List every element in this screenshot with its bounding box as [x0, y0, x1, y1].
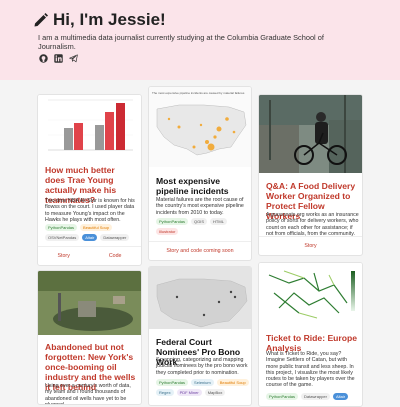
card-tags: PythonPandas Selenium Beautiful Soup Reg…	[156, 379, 250, 396]
card-links: Story and code coming soon	[149, 241, 251, 260]
photo-oil-well	[38, 271, 141, 335]
tag: Beautiful Soup	[80, 224, 113, 231]
card-thumbnail-photo	[38, 271, 141, 335]
project-card-court-nominees[interactable]: Federal Court Nominees' Pro Bono Work Sc…	[148, 266, 252, 406]
tag: Altair	[332, 393, 349, 400]
telegram-icon[interactable]	[69, 54, 78, 63]
tag: QGIS	[191, 218, 208, 225]
tag: Illustrator	[156, 228, 179, 235]
card-links: Story	[259, 236, 362, 255]
bar	[95, 125, 104, 150]
card-thumbnail-photo	[259, 95, 362, 173]
card-tags: PythonPandas QGIS HTML Illustrator	[156, 218, 248, 235]
tag: OSVNetPandas	[45, 234, 80, 241]
card-links: Story Code	[38, 246, 141, 265]
tag: PythonPandas	[156, 379, 189, 386]
page-header: Hi, I'm Jessie! I am a multimedia data j…	[0, 0, 400, 80]
tag: Selenium	[191, 379, 214, 386]
card-description: Using over a century's worth of data, my…	[45, 383, 131, 405]
bio-text: I am a multimedia data journalist curren…	[38, 33, 324, 51]
code-link[interactable]: Code	[109, 253, 122, 259]
route-map-thumbnail	[259, 263, 362, 325]
tag: Datawrapper	[100, 234, 130, 241]
story-link[interactable]: Story	[57, 253, 69, 259]
story-link[interactable]: Story	[304, 243, 316, 249]
card-title[interactable]: Most expensive pipeline incidents	[156, 176, 248, 196]
card-thumbnail-map	[259, 263, 362, 325]
page-title: Hi, I'm Jessie!	[53, 10, 166, 29]
tag: Beautiful Soup	[216, 379, 249, 386]
card-description: Material failures are the root cause of …	[156, 197, 244, 216]
bar	[116, 103, 125, 150]
card-description: Two-time NBA All Star is known for his f…	[45, 198, 135, 223]
bar	[105, 112, 114, 150]
coming-soon-link[interactable]: Story and code coming soon	[166, 248, 233, 254]
map-title: The most expensive pipeline incidents ar…	[152, 91, 245, 95]
tag: PDF Miner	[176, 389, 202, 396]
social-links	[39, 54, 78, 63]
us-map-thumbnail: The most expensive pipeline incidents ar…	[152, 91, 247, 156]
card-description: A grassroots org works as an insurance p…	[266, 212, 359, 237]
card-thumbnail-bar-chart	[38, 95, 141, 155]
card-tags: PythonPandas Datawrapper Altair	[266, 393, 360, 400]
tag: PythonPandas	[266, 393, 299, 400]
github-icon[interactable]	[39, 54, 48, 63]
bar	[64, 128, 73, 150]
title-row: Hi, I'm Jessie!	[33, 10, 166, 30]
card-title[interactable]: Ticket to Ride: Europe Analysis	[266, 333, 360, 353]
map-thumbnail	[149, 267, 251, 329]
card-thumbnail-map: The most expensive pipeline incidents ar…	[149, 87, 251, 167]
tag: Datawrapper	[301, 393, 330, 400]
tag: PythonPandas	[45, 224, 78, 231]
bar	[74, 123, 83, 150]
bar-chart-thumbnail	[48, 99, 133, 151]
card-thumbnail-map	[149, 267, 251, 329]
project-card-pipeline[interactable]: The most expensive pipeline incidents ar…	[148, 86, 252, 261]
project-card-ticket-to-ride[interactable]: Ticket to Ride: Europe Analysis What is …	[258, 262, 363, 407]
photo-cyclist	[259, 95, 362, 173]
card-description: Scrapping, categorizing and mapping judi…	[156, 357, 248, 376]
tag: MapBox	[204, 389, 226, 396]
tag: Altair	[82, 234, 98, 241]
pencil-icon	[34, 13, 48, 27]
tag: Regex	[156, 389, 174, 396]
tag: PythonPandas	[156, 218, 189, 225]
project-card-trae-young[interactable]: How much better does Trae Young actually…	[37, 94, 142, 266]
tag: HTML	[210, 218, 227, 225]
project-card-food-delivery[interactable]: Q&A: A Food Delivery Worker Organized to…	[258, 94, 363, 256]
card-tags: PythonPandas Beautiful Soup OSVNetPandas…	[45, 224, 139, 241]
linkedin-icon[interactable]	[54, 54, 63, 63]
project-card-oil-wells[interactable]: Abandoned but not forgotten: New York's …	[37, 270, 142, 405]
card-description: What is Ticket to Ride, you say? Imagine…	[266, 351, 355, 389]
